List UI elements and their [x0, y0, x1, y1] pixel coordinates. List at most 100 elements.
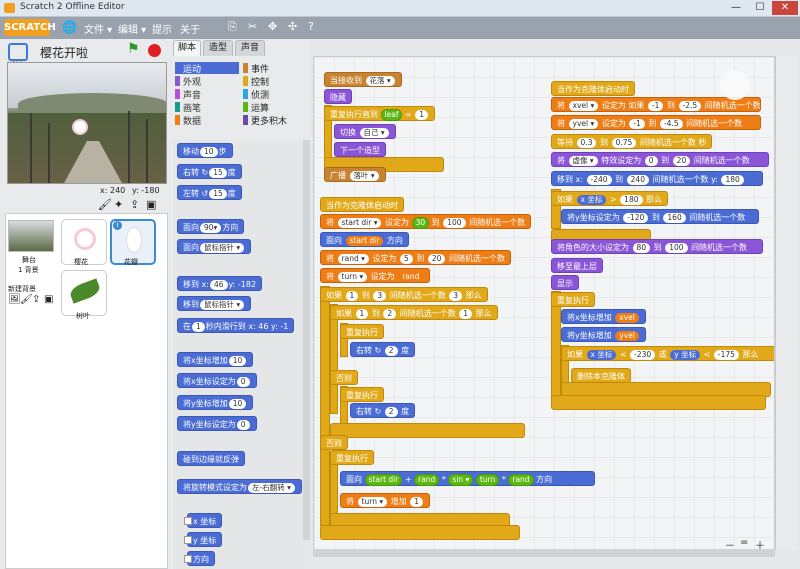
palette-block-0[interactable]: 移动 10 步	[177, 143, 233, 158]
category-3[interactable]: 画笔	[183, 101, 201, 114]
block-input[interactable]: 左-右翻转 ▾	[248, 483, 295, 493]
minimize-button[interactable]: —	[724, 1, 748, 15]
block-input[interactable]: 1	[459, 309, 473, 319]
block-input[interactable]: 80	[632, 243, 651, 253]
palette-block-11[interactable]: 将y坐标设定为 0	[177, 416, 257, 431]
palette-block-6[interactable]: 移到 鼠标指针 ▾	[177, 296, 252, 311]
palette-block-14[interactable]: x 坐标	[184, 513, 223, 528]
operator-block[interactable]: leaf	[380, 109, 403, 121]
menu-file[interactable]: 文件 ▾	[84, 21, 112, 36]
block-input[interactable]: -240	[586, 175, 612, 185]
palette-block-1[interactable]: 右转 ↻ 15 度	[177, 164, 242, 179]
globe-icon[interactable]: 🌐	[62, 20, 77, 34]
backdrop-upload-icon[interactable]: ⇪	[32, 294, 40, 305]
hat-clone-start-2[interactable]: 当作为克隆体启动时	[551, 81, 635, 96]
tab-costumes[interactable]: 造型	[203, 40, 233, 56]
motion-reporter[interactable]: y 坐标	[670, 350, 701, 360]
operator-block[interactable]: rand	[508, 474, 534, 486]
category-4[interactable]: 数据	[183, 114, 201, 127]
scripts-horizontal-scrollbar[interactable]	[313, 549, 775, 557]
category-9[interactable]: 更多积木	[251, 114, 287, 127]
variable-reporter[interactable]: start dir	[345, 236, 384, 246]
block-input[interactable]: 1	[192, 322, 205, 332]
palette-scrollbar[interactable]	[303, 140, 310, 540]
forever-4[interactable]: 重复执行	[551, 292, 595, 307]
palette-block-3[interactable]: 面向 90▾ 方向	[177, 219, 245, 234]
category-5[interactable]: 事件	[251, 62, 269, 75]
zoom-in-icon[interactable]: ＋	[755, 537, 765, 552]
goto-xy[interactable]: 移到 x: -240 到 240 间随机选一个数 y: 180	[551, 171, 763, 186]
block-input[interactable]: 15	[209, 168, 227, 178]
block-input[interactable]: 自己 ▾	[359, 128, 389, 138]
block-input[interactable]: 鼠标指针 ▾	[200, 243, 245, 253]
broadcast-block[interactable]: 广播 落叶 ▾	[324, 167, 386, 182]
change-x[interactable]: 将x坐标增加 xvel	[561, 309, 646, 324]
point-expression[interactable]: 面向 start dir + rand * sin ▾ turn * rand …	[340, 471, 595, 486]
tab-scripts[interactable]: 脚本	[173, 40, 201, 56]
delete-clone[interactable]: 删除本克隆体	[571, 368, 631, 383]
else-1[interactable]: 否则	[330, 370, 358, 385]
zoom-out-icon[interactable]: －	[725, 537, 735, 552]
operator-block[interactable]: rand	[414, 474, 440, 486]
block-input[interactable]: yvel ▾	[568, 119, 599, 129]
block-input[interactable]: -1	[629, 119, 645, 129]
variable-reporter[interactable]: yvel	[615, 331, 639, 341]
go-front[interactable]: 移至最上层	[551, 258, 603, 273]
block-input[interactable]: 20	[672, 156, 691, 166]
block-input[interactable]: 0	[236, 377, 250, 387]
category-1[interactable]: 外观	[183, 75, 201, 88]
grow-icon[interactable]: ✥	[268, 20, 277, 33]
sprite-thumb-leaf[interactable]	[61, 270, 107, 316]
block-input[interactable]: 3	[449, 291, 463, 301]
operator-block[interactable]: 30	[411, 217, 430, 229]
block-input[interactable]: 10	[200, 147, 218, 157]
backdrop-paint-icon[interactable]: 🖼	[8, 294, 21, 305]
block-input[interactable]: -2.5	[678, 101, 702, 111]
block-input[interactable]: 0.3	[576, 138, 597, 148]
category-0[interactable]: 运动	[183, 62, 201, 75]
category-8[interactable]: 运算	[251, 101, 269, 114]
change-y[interactable]: 将y坐标增加 yvel	[561, 327, 646, 342]
category-2[interactable]: 声音	[183, 88, 201, 101]
block-input[interactable]: start dir ▾	[337, 218, 382, 228]
forever-end-4[interactable]	[551, 395, 766, 410]
block-input[interactable]: turn ▾	[337, 272, 368, 282]
upload-sprite-icon[interactable]: ⇪	[130, 198, 139, 211]
else-main[interactable]: 否则	[320, 435, 348, 450]
block-input[interactable]: -4.5	[659, 119, 683, 129]
hide-block[interactable]: 隐藏	[324, 89, 352, 104]
block-input[interactable]: 46	[209, 280, 228, 290]
block-input[interactable]: 10	[228, 356, 247, 366]
checkbox[interactable]	[184, 555, 192, 563]
camera-icon[interactable]: ▣	[146, 198, 156, 211]
block-input[interactable]: 鼠标指针 ▾	[200, 300, 245, 310]
block-input[interactable]: 2	[384, 407, 398, 417]
block-input[interactable]: 100	[443, 218, 466, 228]
stage-canvas[interactable]	[7, 62, 167, 184]
paint-sprite-icon[interactable]: 🖌	[98, 198, 112, 211]
hat-clone-start[interactable]: 当作为克隆体启动时	[320, 197, 404, 212]
shrink-icon[interactable]: ✣	[288, 20, 297, 33]
variable-reporter[interactable]: xvel	[615, 313, 639, 323]
maximize-button[interactable]: ☐	[748, 1, 772, 15]
checkbox[interactable]	[184, 536, 192, 544]
block-input[interactable]: 1	[345, 291, 359, 301]
block-input[interactable]: -120	[623, 213, 649, 223]
palette-block-4[interactable]: 面向 鼠标指针 ▾	[177, 239, 252, 254]
category-6[interactable]: 控制	[251, 75, 269, 88]
project-title[interactable]: 樱花开啦	[40, 44, 88, 61]
library-sprite-icon[interactable]: ✦	[114, 198, 123, 211]
delete-icon[interactable]: ✂	[248, 20, 257, 33]
if-block-2[interactable]: 如果 1 到 2 间随机选一个数 1 那么	[330, 305, 498, 320]
block-input[interactable]: 虚像 ▾	[568, 156, 598, 166]
block-input[interactable]: rand ▾	[337, 254, 369, 264]
palette-block-8[interactable]: 将x坐标增加 10	[177, 352, 254, 367]
if-else-end[interactable]	[320, 525, 520, 540]
scripts-area[interactable]: 当接收到 花落 ▾ 隐藏 重复执行直到 leaf = 1 切换 自己 ▾ 下一个…	[313, 56, 775, 550]
checkbox[interactable]	[184, 517, 192, 525]
show-block[interactable]: 显示	[551, 275, 579, 290]
stage-thumbnail[interactable]	[8, 220, 54, 252]
repeat-until-block[interactable]: 重复执行直到 leaf = 1	[324, 106, 436, 121]
forever-2[interactable]: 重复执行	[340, 387, 384, 402]
hat-when-receive[interactable]: 当接收到 花落 ▾	[324, 72, 402, 87]
